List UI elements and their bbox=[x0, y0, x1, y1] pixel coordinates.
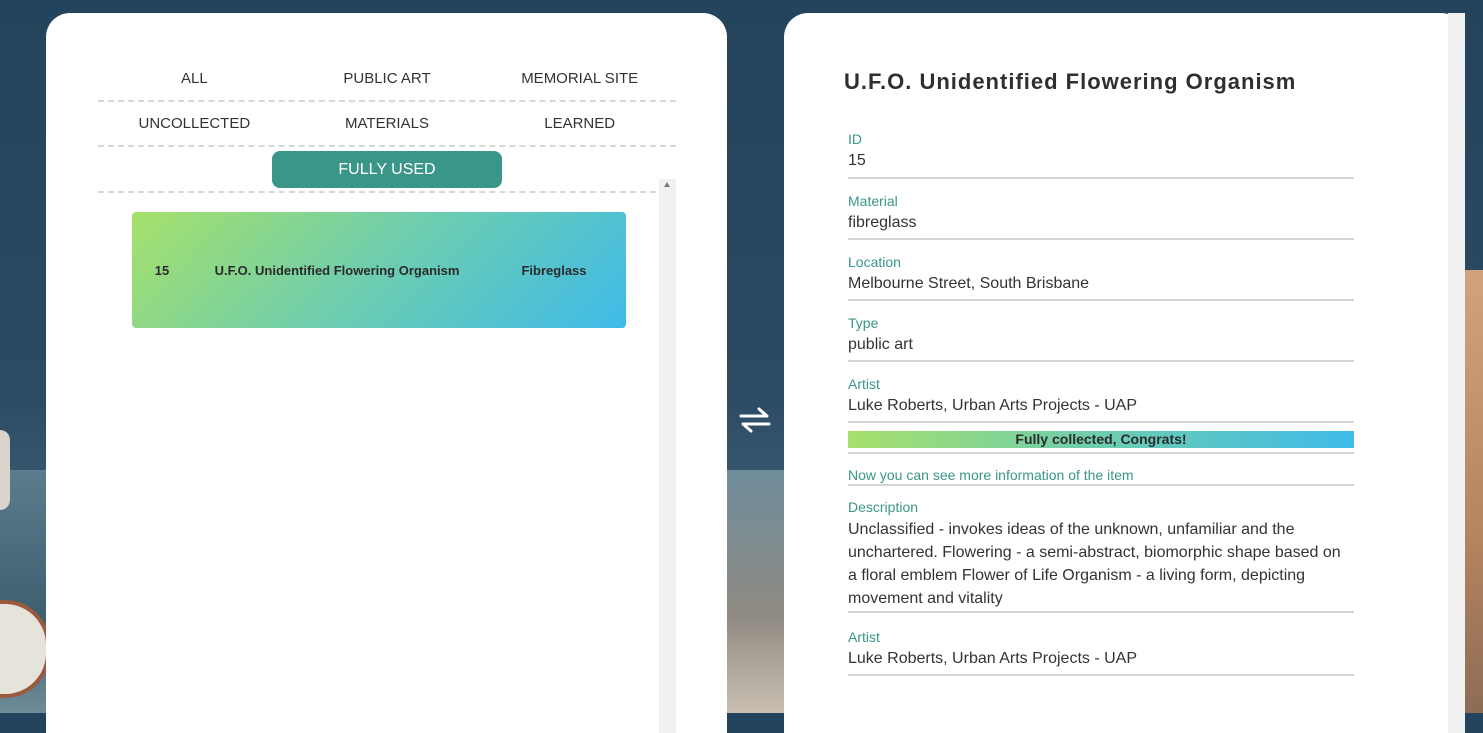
field-artist: Artist Luke Roberts, Urban Arts Projects… bbox=[848, 629, 1354, 676]
filter-row: UNCOLLECTED MATERIALS LEARNED bbox=[98, 102, 676, 147]
item-detail-panel: U.F.O. Unidentified Flowering Organism I… bbox=[784, 13, 1465, 733]
field-label: Artist bbox=[848, 376, 880, 392]
field-type: Type public art bbox=[848, 315, 1354, 362]
field-value: Melbourne Street, South Brisbane bbox=[848, 275, 1090, 292]
field-value: fibreglass bbox=[848, 214, 917, 231]
field-location: Location Melbourne Street, South Brisban… bbox=[848, 254, 1354, 301]
item-id: 15 bbox=[154, 262, 170, 278]
list-scrollbar[interactable] bbox=[659, 179, 676, 733]
detail-scrollbar[interactable] bbox=[1448, 13, 1465, 733]
filter-materials[interactable]: MATERIALS bbox=[291, 115, 484, 132]
field-value: 15 bbox=[848, 152, 866, 169]
field-label: Artist bbox=[848, 629, 880, 645]
field-value: Unclassified - invokes ideas of the unkn… bbox=[848, 521, 1341, 607]
background-decoration bbox=[727, 470, 785, 713]
divider bbox=[848, 452, 1354, 454]
background-decoration bbox=[1464, 270, 1483, 713]
filter-row: ALL PUBLIC ART MEMORIAL SITE bbox=[98, 57, 676, 102]
filter-public-art[interactable]: PUBLIC ART bbox=[291, 70, 484, 87]
filter-tabs: ALL PUBLIC ART MEMORIAL SITE UNCOLLECTED… bbox=[98, 57, 676, 193]
item-material: Fibreglass bbox=[521, 262, 587, 278]
field-label: Description bbox=[848, 499, 919, 515]
filter-all[interactable]: ALL bbox=[98, 70, 291, 87]
field-label: Type bbox=[848, 315, 879, 331]
swap-arrows-icon[interactable] bbox=[739, 405, 771, 435]
field-label: Location bbox=[848, 254, 901, 270]
field-description: Description Unclassified - invokes ideas… bbox=[848, 499, 1354, 613]
scroll-up-arrow-icon[interactable] bbox=[664, 182, 670, 187]
field-label: Material bbox=[848, 193, 898, 209]
detail-title: U.F.O. Unidentified Flowering Organism bbox=[844, 69, 1297, 94]
field-value: public art bbox=[848, 336, 913, 353]
item-list: 15 U.F.O. Unidentified Flowering Organis… bbox=[98, 179, 676, 733]
field-label: ID bbox=[848, 131, 862, 147]
field-id: ID 15 bbox=[848, 131, 1354, 179]
collection-list-panel: ALL PUBLIC ART MEMORIAL SITE UNCOLLECTED… bbox=[46, 13, 727, 733]
list-item[interactable]: 15 U.F.O. Unidentified Flowering Organis… bbox=[132, 212, 626, 328]
filter-memorial-site[interactable]: MEMORIAL SITE bbox=[483, 70, 676, 87]
item-name: U.F.O. Unidentified Flowering Organism bbox=[214, 262, 460, 278]
field-value: Luke Roberts, Urban Arts Projects - UAP bbox=[848, 650, 1137, 667]
field-material: Material fibreglass bbox=[848, 193, 1354, 240]
filter-learned[interactable]: LEARNED bbox=[483, 115, 676, 132]
background-decoration bbox=[0, 430, 10, 510]
field-artist: Artist Luke Roberts, Urban Arts Projects… bbox=[848, 376, 1354, 423]
filter-uncollected[interactable]: UNCOLLECTED bbox=[98, 115, 291, 132]
field-value: Luke Roberts, Urban Arts Projects - UAP bbox=[848, 397, 1137, 414]
congrats-banner: Fully collected, Congrats! bbox=[848, 431, 1354, 448]
more-info-link[interactable]: Now you can see more information of the … bbox=[848, 467, 1354, 486]
